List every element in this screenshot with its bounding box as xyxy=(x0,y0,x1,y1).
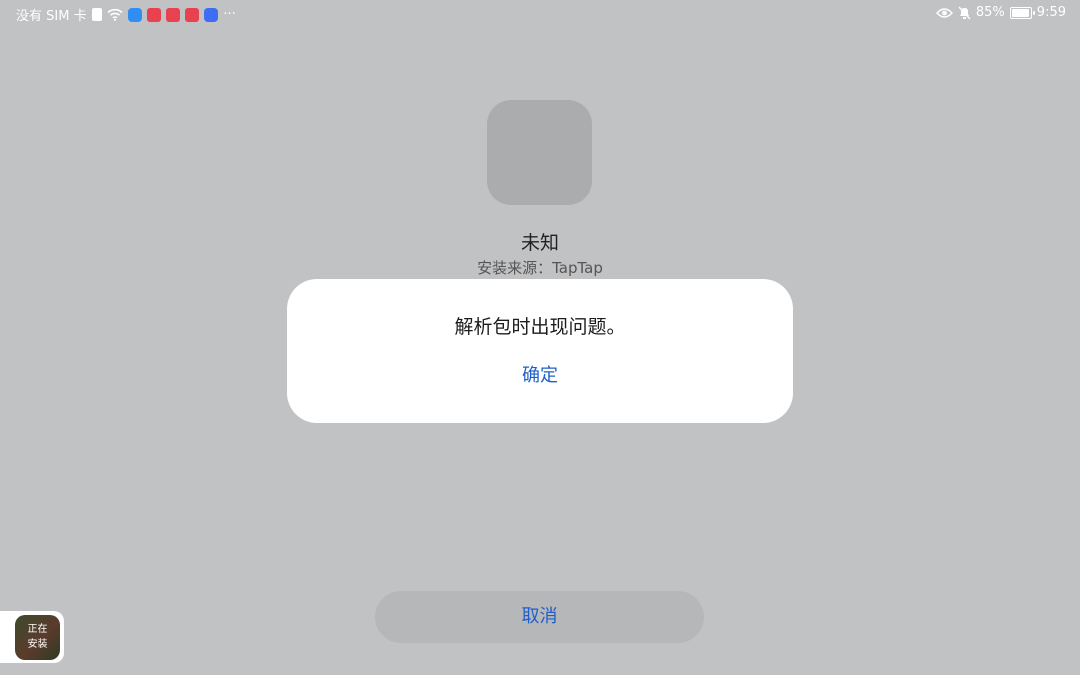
installing-label: 正在 安装 xyxy=(15,622,60,652)
carrier-text: 没有 SIM 卡 xyxy=(16,9,87,24)
battery-percent: 85% xyxy=(975,5,1005,20)
more-notifications-icon: ··· xyxy=(223,6,236,22)
app-icon-placeholder xyxy=(487,100,592,205)
wifi-icon xyxy=(107,8,123,21)
installing-app-thumbnail: 正在 安装 xyxy=(15,615,60,660)
status-bar-left: 没有 SIM 卡 ··· xyxy=(16,5,237,24)
battery-icon xyxy=(1009,6,1035,19)
status-bar-right: 85% 9:59 xyxy=(935,5,1066,20)
eye-comfort-icon xyxy=(935,7,953,18)
installing-floating-badge[interactable]: 正在 安装 xyxy=(0,611,64,663)
dialog-message: 解析包时出现问题。 xyxy=(454,316,626,338)
installing-label-line2: 安装 xyxy=(27,639,48,650)
installing-label-line1: 正在 xyxy=(27,624,48,635)
error-dialog: 解析包时出现问题。 确定 xyxy=(287,279,793,423)
paw-app-icon xyxy=(203,7,218,22)
status-bar: 没有 SIM 卡 ··· 85% 9:59 xyxy=(0,0,1080,28)
app-name: 未知 xyxy=(520,232,559,254)
notification-app-icon xyxy=(165,7,180,22)
clock-time: 9:59 xyxy=(1036,5,1066,20)
confirm-button[interactable]: 确定 xyxy=(480,359,600,393)
notification-app-icon xyxy=(184,7,199,22)
notification-app-icon xyxy=(146,7,161,22)
sim-alert-icon xyxy=(91,8,102,21)
mute-bell-icon xyxy=(958,6,971,19)
install-source: 安装来源：TapTap xyxy=(477,259,603,277)
cancel-button[interactable]: 取消 xyxy=(375,591,704,643)
security-shield-icon xyxy=(127,7,142,22)
